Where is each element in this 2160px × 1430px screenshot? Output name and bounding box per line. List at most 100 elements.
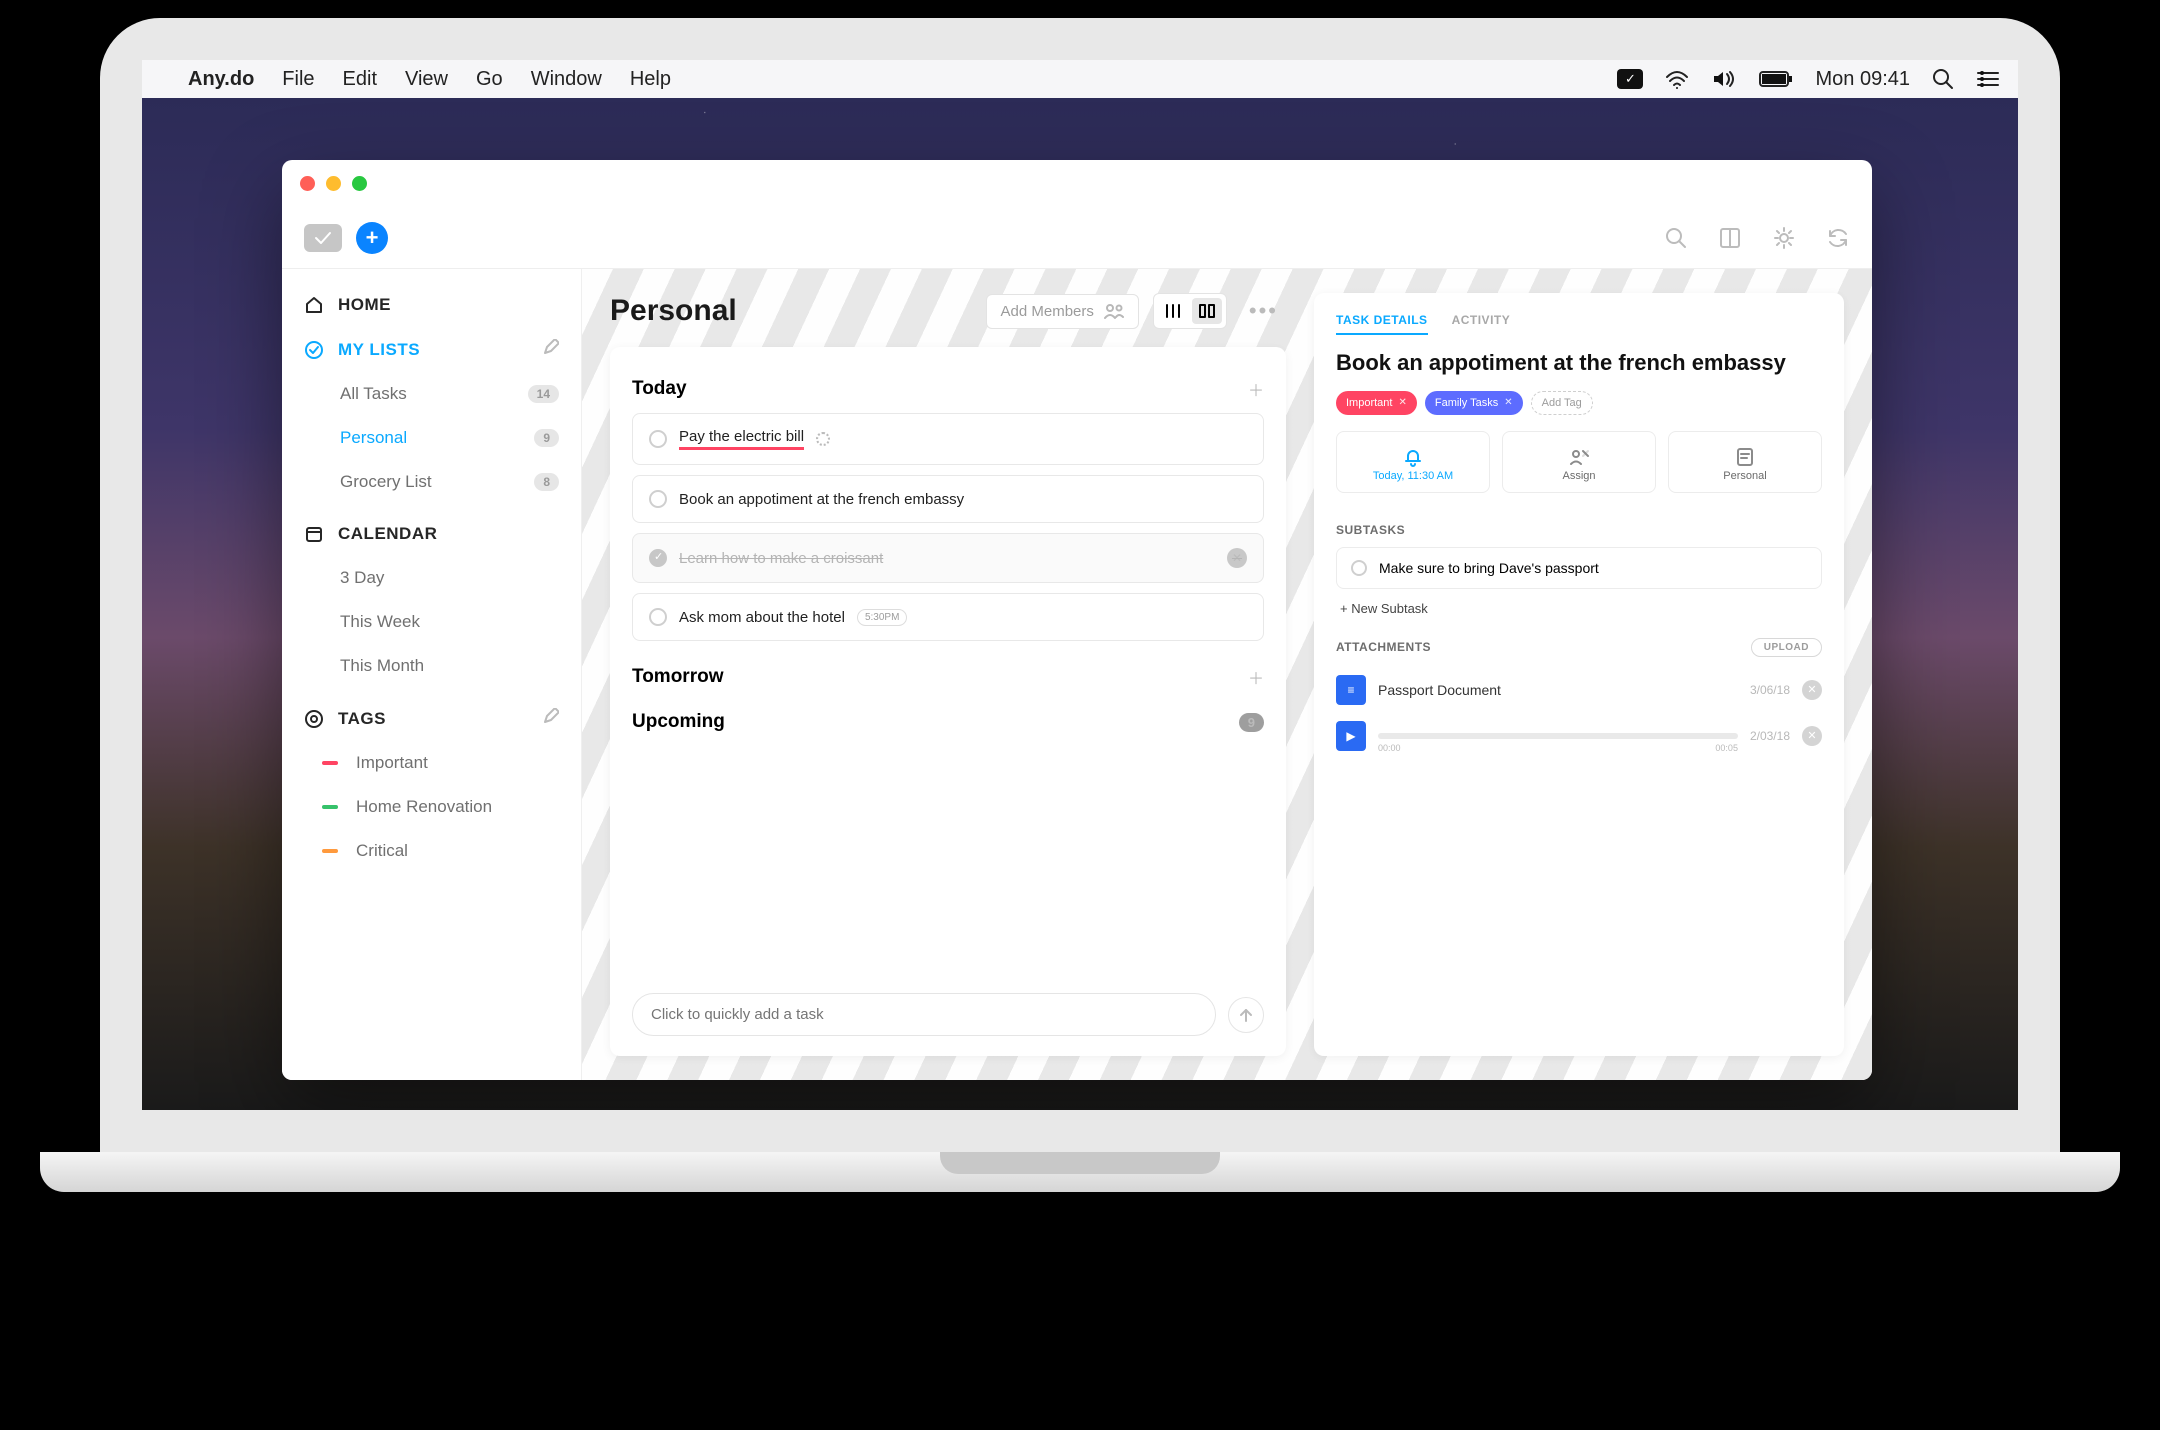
spinner-icon — [816, 432, 830, 446]
tag-color-icon — [322, 761, 338, 765]
task-label: Ask mom about the hotel — [679, 609, 845, 626]
audio-start-time: 00:00 — [1378, 743, 1401, 753]
view-toggle — [1153, 293, 1227, 329]
cal-item-label: This Month — [340, 656, 424, 676]
quick-add-submit-button[interactable] — [1228, 997, 1264, 1033]
attachment-row[interactable]: ≡ Passport Document 3/06/18 ✕ — [1336, 667, 1822, 713]
sidebar-tag-critical[interactable]: Critical — [282, 829, 581, 873]
quick-add-input[interactable] — [632, 993, 1216, 1036]
add-members-button[interactable]: Add Members — [986, 294, 1139, 329]
view-columns-button[interactable] — [1158, 298, 1188, 324]
sidebar-item-all-tasks[interactable]: All Tasks 14 — [282, 372, 581, 416]
section-title: Upcoming — [632, 711, 725, 733]
more-menu-button[interactable]: ••• — [1241, 298, 1286, 324]
upload-button[interactable]: UPLOAD — [1751, 638, 1822, 657]
subtask-row[interactable]: Make sure to bring Dave's passport — [1336, 547, 1822, 589]
upcoming-count-badge: 9 — [1239, 713, 1264, 732]
tab-activity[interactable]: ACTIVITY — [1452, 313, 1511, 335]
chip-add-tag[interactable]: Add Tag — [1531, 391, 1593, 415]
app-toolbar: + — [282, 207, 1872, 269]
quick-add-row — [632, 993, 1264, 1036]
edit-lists-icon[interactable] — [543, 339, 559, 360]
sidebar-tags-label: TAGS — [338, 709, 386, 729]
audio-progress-bar[interactable] — [1378, 733, 1738, 739]
chip-label: Important — [1346, 397, 1392, 409]
info-list-button[interactable]: Personal — [1668, 431, 1822, 493]
task-checkbox[interactable] — [649, 490, 667, 508]
new-subtask-button[interactable]: + New Subtask — [1336, 589, 1822, 628]
subtask-checkbox[interactable] — [1351, 560, 1367, 576]
sidebar-tag-important[interactable]: Important — [282, 741, 581, 785]
book-icon[interactable] — [1718, 226, 1742, 250]
task-row[interactable]: Book an appotiment at the french embassy — [632, 475, 1264, 523]
edit-tags-icon[interactable] — [543, 708, 559, 729]
attachment-date: 2/03/18 — [1750, 729, 1790, 743]
task-row[interactable]: Pay the electric bill — [632, 413, 1264, 465]
home-icon — [304, 295, 324, 315]
delete-attachment-button[interactable]: ✕ — [1802, 726, 1822, 746]
sidebar-item-grocery[interactable]: Grocery List 8 — [282, 460, 581, 504]
info-label: Personal — [1677, 470, 1813, 482]
main-panel: Personal Add Members — [582, 269, 1872, 1080]
remove-task-button[interactable]: ✕ — [1227, 548, 1247, 568]
minimize-button[interactable] — [326, 176, 341, 191]
sidebar-item-personal[interactable]: Personal 9 — [282, 416, 581, 460]
task-details-card: TASK DETAILS ACTIVITY Book an appotiment… — [1314, 293, 1844, 1056]
task-row-completed[interactable]: Learn how to make a croissant ✕ — [632, 533, 1264, 583]
note-icon — [1677, 444, 1813, 470]
list-count-badge: 9 — [534, 429, 559, 447]
sidebar-my-lists-label: MY LISTS — [338, 340, 420, 360]
gear-icon[interactable] — [1772, 226, 1796, 250]
chip-important[interactable]: Important ✕ — [1336, 391, 1417, 415]
sidebar-tags[interactable]: TAGS — [282, 696, 581, 741]
sidebar-home[interactable]: HOME — [282, 283, 581, 327]
search-icon[interactable] — [1664, 226, 1688, 250]
tag-chips: Important ✕ Family Tasks✕ Add Tag — [1336, 391, 1822, 415]
list-header: Personal Add Members — [610, 293, 1286, 329]
chip-family-tasks[interactable]: Family Tasks✕ — [1425, 391, 1523, 415]
app-window: + HOME — [282, 160, 1872, 1080]
delete-attachment-button[interactable]: ✕ — [1802, 680, 1822, 700]
info-assign-button[interactable]: Assign — [1502, 431, 1656, 493]
sync-icon[interactable] — [1826, 226, 1850, 250]
sidebar-cal-month[interactable]: This Month — [282, 644, 581, 688]
section-title: Today — [632, 378, 687, 400]
checkmark-badge-icon[interactable] — [304, 224, 342, 252]
list-count-badge: 14 — [528, 385, 559, 403]
add-task-today-button[interactable]: ＋ — [1248, 377, 1264, 401]
close-button[interactable] — [300, 176, 315, 191]
play-icon[interactable]: ▶ — [1336, 721, 1366, 751]
audio-end-time: 00:05 — [1715, 743, 1738, 753]
calendar-icon — [304, 524, 324, 544]
task-checkbox[interactable] — [649, 430, 667, 448]
task-row[interactable]: Ask mom about the hotel 5:30PM — [632, 593, 1264, 641]
zoom-button[interactable] — [352, 176, 367, 191]
plus-icon: + — [366, 225, 379, 251]
info-reminder-button[interactable]: Today, 11:30 AM — [1336, 431, 1490, 493]
sidebar-my-lists[interactable]: MY LISTS — [282, 327, 581, 372]
details-title: Book an appotiment at the french embassy — [1336, 349, 1822, 377]
info-label: Today, 11:30 AM — [1345, 470, 1481, 482]
list-item-label: Grocery List — [340, 472, 432, 492]
task-label: Learn how to make a croissant — [679, 550, 883, 567]
details-tabs: TASK DETAILS ACTIVITY — [1336, 313, 1822, 335]
sidebar-cal-week[interactable]: This Week — [282, 600, 581, 644]
laptop-frame: Any.do File Edit View Go Window Help ✓ M… — [100, 18, 2060, 1232]
task-checkbox[interactable] — [649, 608, 667, 626]
sidebar-calendar[interactable]: CALENDAR — [282, 512, 581, 556]
window-traffic-lights — [282, 160, 1872, 207]
tab-task-details[interactable]: TASK DETAILS — [1336, 313, 1428, 335]
sidebar-tag-home-renovation[interactable]: Home Renovation — [282, 785, 581, 829]
tasks-card: Today ＋ Pay the electric bill — [610, 347, 1286, 1056]
add-task-tomorrow-button[interactable]: ＋ — [1248, 665, 1264, 689]
assign-icon — [1511, 444, 1647, 470]
task-checkbox[interactable] — [649, 549, 667, 567]
tag-icon — [304, 709, 324, 729]
chip-remove-icon[interactable]: ✕ — [1398, 397, 1406, 408]
add-button[interactable]: + — [356, 222, 388, 254]
chip-remove-icon[interactable]: ✕ — [1504, 397, 1512, 408]
details-info-grid: Today, 11:30 AM Assign Personal — [1336, 431, 1822, 493]
sidebar-cal-3day[interactable]: 3 Day — [282, 556, 581, 600]
view-split-button[interactable] — [1192, 298, 1222, 324]
attachment-row[interactable]: ▶ 00:00 00:05 2/03/18 ✕ — [1336, 713, 1822, 759]
